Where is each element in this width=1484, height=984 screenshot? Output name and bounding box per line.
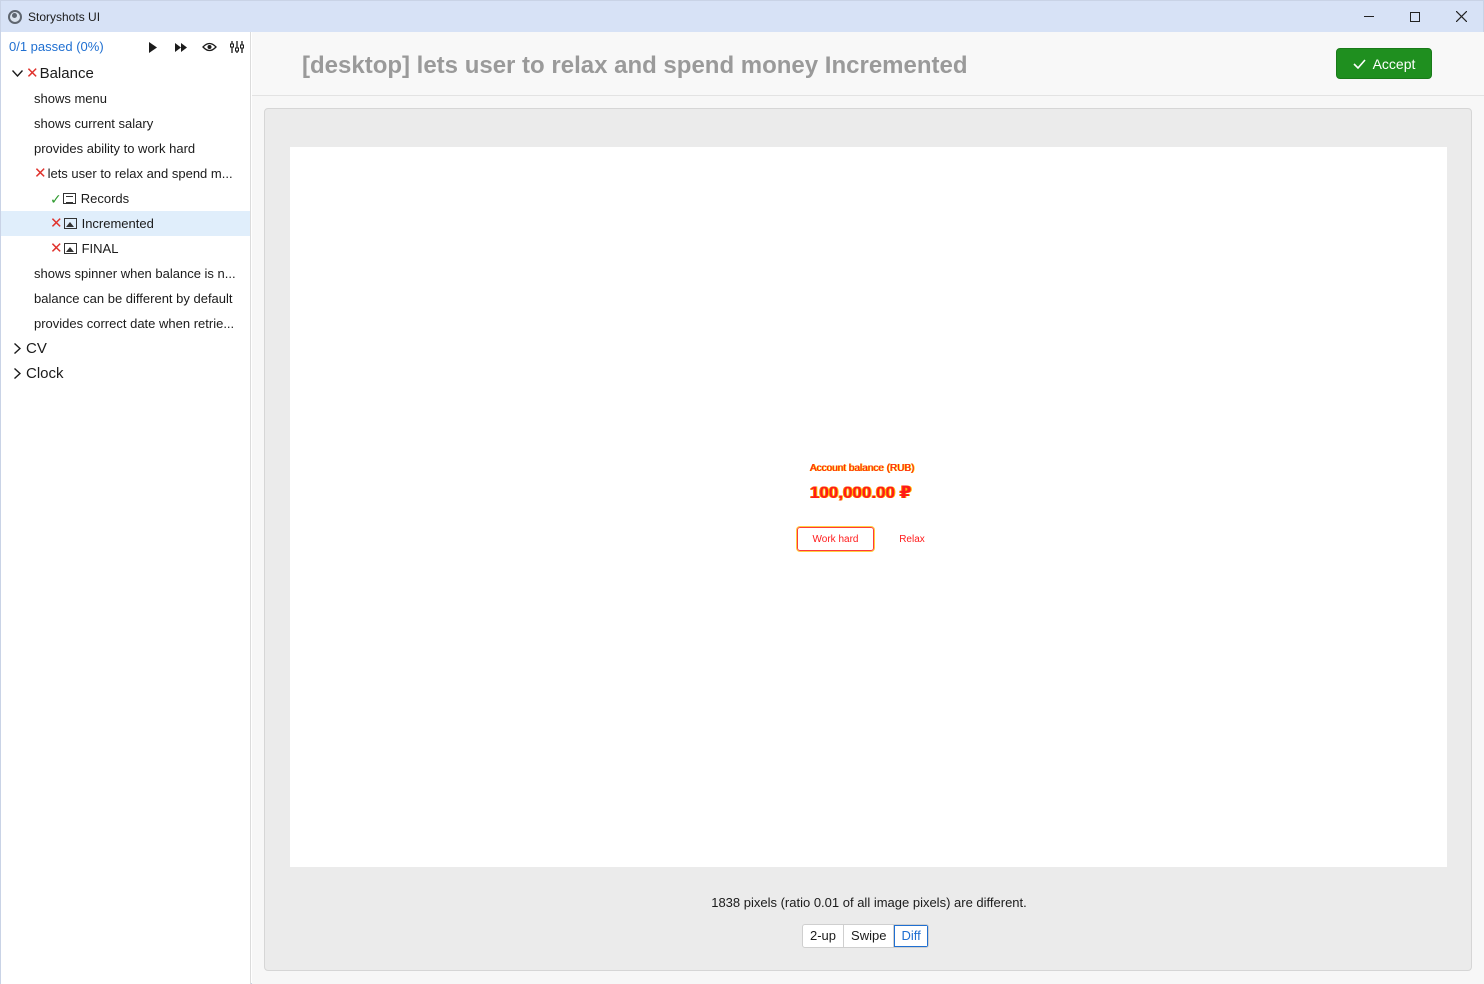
minimize-icon — [1364, 16, 1374, 17]
tree-item-label: shows spinner when balance is n... — [34, 266, 236, 281]
tree-group-label: Balance — [39, 65, 94, 82]
tree-subitem-label: Records — [80, 191, 130, 206]
preview-button[interactable] — [201, 39, 217, 55]
chevron-right-icon — [10, 343, 24, 354]
tree-item[interactable]: provides correct date when retrie... — [1, 311, 250, 336]
check-icon — [1353, 58, 1366, 69]
fail-icon: ✕ — [50, 240, 63, 257]
view-mode-switch: 2-up Swipe Diff — [802, 924, 929, 948]
fail-icon: ✕ — [26, 65, 39, 82]
tree-subitem-final[interactable]: ✕ FINAL — [1, 236, 250, 261]
tree-subitem-label: Incremented — [81, 216, 154, 231]
minimize-button[interactable] — [1346, 1, 1392, 32]
tree-group-cv[interactable]: CV — [1, 336, 250, 361]
tree-item-label: shows current salary — [34, 116, 154, 131]
tree-item-label: lets user to relax and spend m... — [47, 166, 233, 181]
window-title: Storyshots UI — [28, 9, 101, 24]
tree-item-label: balance can be different by default — [34, 291, 233, 306]
tree-group-balance[interactable]: ✕ Balance — [1, 61, 250, 86]
close-icon — [1455, 11, 1467, 22]
app-window: Storyshots UI 0/1 passed (0%) ✕ Balance … — [0, 0, 1484, 984]
pass-icon: ✓ — [50, 190, 62, 207]
chevron-right-icon — [10, 368, 24, 379]
tree-item-label: provides correct date when retrie... — [34, 316, 235, 331]
run-button[interactable] — [145, 39, 161, 55]
tree-item[interactable]: ✕ lets user to relax and spend m... — [1, 161, 250, 186]
maximize-icon — [1410, 11, 1420, 22]
tree-item[interactable]: shows menu — [1, 86, 250, 111]
tree-item[interactable]: shows current salary — [1, 111, 250, 136]
tree-item[interactable]: provides ability to work hard — [1, 136, 250, 161]
passed-status-link[interactable]: 0/1 passed (0%) — [9, 39, 104, 54]
main-panel: [desktop] lets user to relax and spend m… — [252, 32, 1484, 984]
sliders-icon — [230, 41, 244, 53]
mode-2up-button[interactable]: 2-up — [803, 925, 845, 947]
diff-relax-button: Relax — [899, 533, 925, 545]
run-all-button[interactable] — [173, 39, 189, 55]
app-logo-icon — [8, 9, 22, 24]
sidebar-toolbar: 0/1 passed (0%) — [1, 32, 250, 61]
tree-subitem-incremented[interactable]: ✕ Incremented — [1, 211, 250, 236]
diff-highlight: Account balance (RUB) 100,000.00 ₽ Work … — [795, 463, 945, 553]
accept-button[interactable]: Accept — [1336, 48, 1432, 79]
fail-icon: ✕ — [34, 165, 47, 182]
mode-diff-button[interactable]: Diff — [894, 925, 927, 947]
accept-label: Accept — [1372, 55, 1416, 72]
diff-status-text: 1838 pixels (ratio 0.01 of all image pix… — [711, 895, 1027, 910]
tree-group-label: Clock — [26, 365, 64, 382]
fail-icon: ✕ — [50, 215, 63, 232]
tree-group-clock[interactable]: Clock — [1, 361, 250, 386]
diff-image: Account balance (RUB) 100,000.00 ₽ Work … — [290, 147, 1447, 867]
tree-item[interactable]: shows spinner when balance is n... — [1, 261, 250, 286]
records-icon — [62, 193, 76, 204]
chevron-down-icon — [10, 70, 24, 77]
eye-icon — [201, 42, 217, 52]
story-title: [desktop] lets user to relax and spend m… — [302, 52, 968, 79]
tree-item-label: shows menu — [34, 91, 107, 106]
image-icon — [63, 243, 77, 254]
tree-subitem-label: FINAL — [81, 241, 119, 256]
mode-swipe-button[interactable]: Swipe — [844, 925, 895, 947]
settings-button[interactable] — [229, 39, 245, 55]
tree-group-label: CV — [26, 340, 47, 357]
diff-work-hard-button: Work hard — [797, 527, 874, 551]
tree-item[interactable]: balance can be different by default — [1, 286, 250, 311]
image-icon — [63, 218, 77, 229]
fast-forward-icon — [175, 42, 187, 52]
diff-panel: Account balance (RUB) 100,000.00 ₽ Work … — [264, 108, 1472, 971]
tree-item-label: provides ability to work hard — [34, 141, 196, 156]
maximize-button[interactable] — [1392, 1, 1438, 32]
diff-caption: Account balance (RUB) — [810, 463, 915, 474]
title-bar: Storyshots UI — [1, 1, 1483, 32]
close-button[interactable] — [1438, 1, 1484, 32]
diff-amount: 100,000.00 ₽ — [810, 483, 912, 502]
story-header: [desktop] lets user to relax and spend m… — [252, 32, 1484, 96]
sidebar: 0/1 passed (0%) ✕ Balance shows menu sho… — [1, 32, 251, 984]
play-icon — [149, 41, 157, 53]
tree-subitem-records[interactable]: ✓ Records — [1, 186, 250, 211]
